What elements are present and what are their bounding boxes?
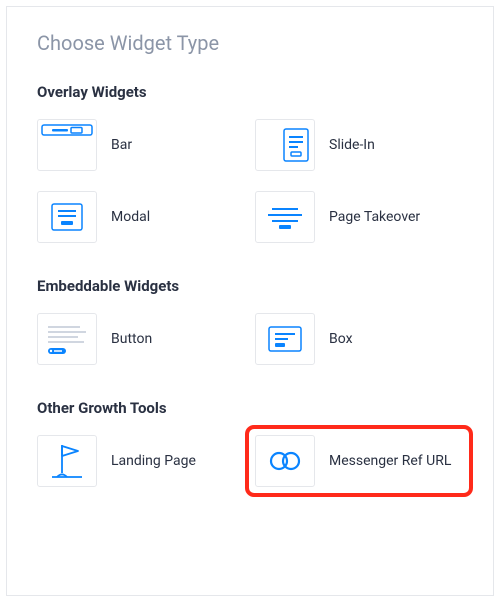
slidein-icon xyxy=(255,119,315,171)
widget-option-slidein[interactable]: Slide-In xyxy=(255,119,463,171)
widget-option-takeover[interactable]: Page Takeover xyxy=(255,191,463,243)
page-title: Choose Widget Type xyxy=(37,31,463,55)
section-embeddable: Embeddable Widgets Button xyxy=(37,277,463,365)
section-overlay-title: Overlay Widgets xyxy=(37,83,463,101)
widget-option-refurl[interactable]: Messenger Ref URL xyxy=(251,431,467,491)
widget-label: Page Takeover xyxy=(329,208,420,226)
box-icon xyxy=(255,313,315,365)
widget-label: Slide-In xyxy=(329,136,375,154)
embeddable-grid: Button Box xyxy=(37,313,463,365)
widget-option-landing[interactable]: Landing Page xyxy=(37,435,245,487)
takeover-icon xyxy=(255,191,315,243)
section-other: Other Growth Tools Landing Page xyxy=(37,399,463,487)
section-overlay: Overlay Widgets Bar xyxy=(37,83,463,243)
widget-option-box[interactable]: Box xyxy=(255,313,463,365)
widget-label: Bar xyxy=(111,136,132,154)
flag-icon xyxy=(37,435,97,487)
bar-icon xyxy=(37,119,97,171)
modal-icon xyxy=(37,191,97,243)
widget-option-modal[interactable]: Modal xyxy=(37,191,245,243)
widget-label: Box xyxy=(329,330,353,348)
widget-label: Modal xyxy=(111,208,150,226)
widget-label: Button xyxy=(111,330,152,348)
link-icon xyxy=(255,435,315,487)
widget-label: Messenger Ref URL xyxy=(329,452,451,470)
widget-option-bar[interactable]: Bar xyxy=(37,119,245,171)
widget-label: Landing Page xyxy=(111,452,196,470)
section-embeddable-title: Embeddable Widgets xyxy=(37,277,463,295)
choose-widget-panel: Choose Widget Type Overlay Widgets Bar xyxy=(6,6,494,596)
other-grid: Landing Page Messenger Ref URL xyxy=(37,435,463,487)
button-icon xyxy=(37,313,97,365)
widget-option-button[interactable]: Button xyxy=(37,313,245,365)
overlay-grid: Bar Slide-In xyxy=(37,119,463,243)
section-other-title: Other Growth Tools xyxy=(37,399,463,417)
